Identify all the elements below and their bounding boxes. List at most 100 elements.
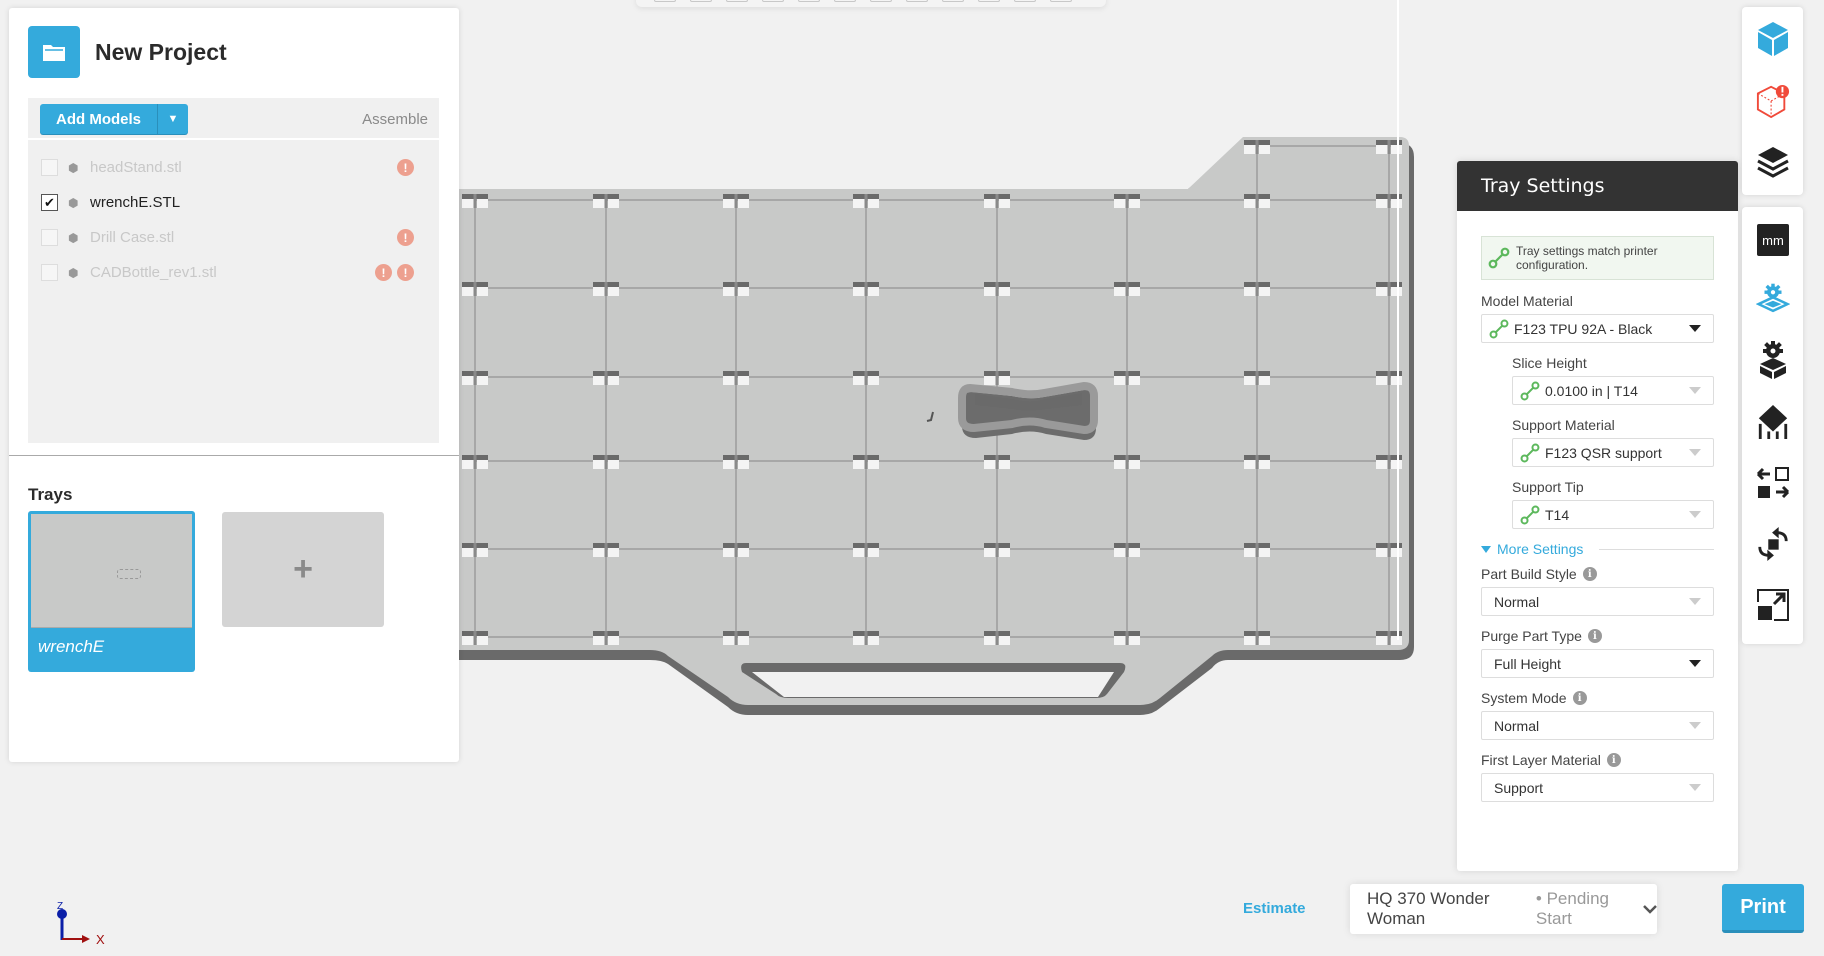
- tray-clip: [723, 543, 749, 557]
- tray-clip: [1244, 371, 1270, 385]
- view-icon[interactable]: [834, 0, 856, 2]
- warning-icon[interactable]: !: [397, 229, 414, 246]
- info-icon[interactable]: i: [1582, 567, 1597, 581]
- support-material-select[interactable]: F123 QSR support: [1512, 438, 1714, 467]
- model-name: headStand.stl: [90, 159, 182, 176]
- tray-clip: [1114, 371, 1140, 385]
- model-warnings: !: [397, 159, 414, 176]
- first-layer-material-select[interactable]: Support: [1481, 773, 1714, 802]
- part-build-style-select[interactable]: Normal: [1481, 587, 1714, 616]
- view-icon[interactable]: [978, 0, 1000, 2]
- first-layer-material-value: Support: [1494, 779, 1544, 796]
- chevron-down-icon: [1689, 511, 1701, 518]
- model-cube-icon: ⬢: [68, 195, 79, 210]
- tray-clip: [984, 455, 1010, 469]
- project-title: New Project: [95, 38, 227, 65]
- tray-clip: [462, 371, 488, 385]
- tray-clip: [984, 282, 1010, 296]
- orient-icon[interactable]: [1756, 404, 1790, 440]
- tray-clip: [462, 194, 488, 208]
- model-cube-icon: ⬢: [68, 160, 79, 175]
- model-list-item[interactable]: ⬢ Drill Case.stl!: [28, 220, 439, 255]
- add-models-button[interactable]: Add Models ▼: [40, 104, 188, 134]
- tray-card-selected[interactable]: wrenchE: [28, 511, 195, 672]
- warning-icon[interactable]: !: [397, 264, 414, 281]
- more-settings-toggle[interactable]: More Settings: [1481, 541, 1714, 557]
- chevron-down-icon: [1689, 325, 1701, 332]
- add-models-label[interactable]: Add Models: [40, 104, 158, 134]
- purge-part-type-select[interactable]: Full Height: [1481, 649, 1714, 678]
- view-icon[interactable]: [870, 0, 892, 2]
- view-icon[interactable]: [762, 0, 784, 2]
- axis-indicator: Z X: [52, 900, 122, 955]
- link-icon: [1489, 319, 1509, 338]
- arrange-icon[interactable]: [1756, 465, 1790, 501]
- model-checkbox[interactable]: [41, 229, 58, 246]
- tray-clip: [984, 194, 1010, 208]
- folder-icon[interactable]: [28, 26, 80, 78]
- info-icon[interactable]: i: [1572, 691, 1587, 705]
- view-icon[interactable]: [1050, 0, 1072, 2]
- estimate-button[interactable]: Estimate: [1243, 900, 1306, 917]
- add-models-dropdown-icon[interactable]: ▼: [158, 104, 188, 134]
- model-cube-icon[interactable]: [1756, 21, 1790, 57]
- tray-settings-icon[interactable]: [1756, 281, 1790, 317]
- model-checkbox[interactable]: [41, 159, 58, 176]
- system-mode-select[interactable]: Normal: [1481, 711, 1714, 740]
- layers-icon[interactable]: [1756, 145, 1790, 181]
- more-settings-label[interactable]: More Settings: [1497, 541, 1583, 557]
- printer-status: • Pending Start: [1535, 889, 1609, 928]
- model-name: wrenchE.STL: [90, 194, 181, 211]
- assemble-button[interactable]: Assemble: [362, 111, 428, 128]
- view-icon[interactable]: [1014, 0, 1036, 2]
- model-list-item[interactable]: ⬢ CADBottle_rev1.stl!!: [28, 255, 439, 290]
- model-material-value: F123 TPU 92A - Black: [1514, 320, 1653, 337]
- view-icon[interactable]: [906, 0, 928, 2]
- tray-clip: [1244, 282, 1270, 296]
- printer-select[interactable]: HQ 370 Wonder Woman • Pending Start: [1350, 884, 1657, 934]
- add-tray-button[interactable]: +: [222, 512, 384, 627]
- view-icon[interactable]: [654, 0, 676, 2]
- chevron-down-icon: [1689, 784, 1701, 791]
- slice-height-select[interactable]: 0.0100 in | T14: [1512, 376, 1714, 405]
- view-toolbar[interactable]: [636, 0, 1106, 7]
- rotate-icon[interactable]: [1756, 526, 1790, 562]
- chevron-down-icon: [1689, 449, 1701, 456]
- warning-icon[interactable]: !: [375, 264, 392, 281]
- view-icon[interactable]: [942, 0, 964, 2]
- model-list-item[interactable]: ⬢ headStand.stl!: [28, 150, 439, 185]
- x-axis-label: X: [96, 932, 105, 947]
- tray-settings-title: Tray Settings: [1457, 161, 1738, 211]
- model-material-label: Model Material: [1481, 293, 1573, 309]
- model-cube-icon: ⬢: [68, 265, 79, 280]
- tray-clip: [723, 282, 749, 296]
- info-icon[interactable]: i: [1606, 753, 1621, 767]
- model-checkbox[interactable]: [41, 264, 58, 281]
- tray-clip: [853, 543, 879, 557]
- view-icon[interactable]: [690, 0, 712, 2]
- model-error-icon[interactable]: [1756, 83, 1790, 119]
- model-list-item[interactable]: ✔ ⬢ wrenchE.STL: [28, 185, 439, 220]
- view-icon[interactable]: [726, 0, 748, 2]
- part-settings-icon[interactable]: [1756, 341, 1790, 379]
- link-icon: [1520, 381, 1540, 400]
- scale-icon[interactable]: [1756, 587, 1790, 623]
- view-mode-toolbar: [1742, 7, 1803, 195]
- tray-clip: [593, 371, 619, 385]
- project-header: New Project: [28, 26, 227, 78]
- model-checkbox[interactable]: ✔: [41, 194, 58, 211]
- view-icon[interactable]: [798, 0, 820, 2]
- support-material-label: Support Material: [1512, 417, 1615, 433]
- tray-name: wrenchE: [38, 637, 105, 656]
- tray-clip: [593, 455, 619, 469]
- tray-clip: [593, 282, 619, 296]
- z-axis-label: Z: [57, 901, 63, 912]
- print-button[interactable]: Print: [1722, 884, 1804, 933]
- model-material-select[interactable]: F123 TPU 92A - Black: [1481, 314, 1714, 343]
- support-tip-select[interactable]: T14: [1512, 500, 1714, 529]
- info-icon[interactable]: i: [1587, 629, 1602, 643]
- tray-clip: [1114, 455, 1140, 469]
- warning-icon[interactable]: !: [397, 159, 414, 176]
- chevron-down-icon: [1643, 901, 1657, 917]
- units-mm-icon[interactable]: mm: [1756, 222, 1790, 258]
